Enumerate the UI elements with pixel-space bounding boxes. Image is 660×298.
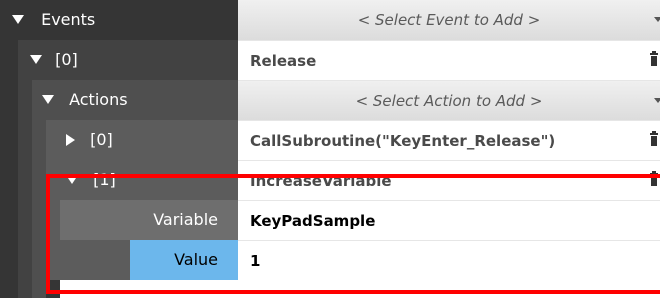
value-label-cell[interactable]: Value [130, 240, 238, 280]
action-0-value: CallSubroutine("KeyEnter_Release") [250, 132, 556, 150]
action-0-label-cell[interactable]: [0] [46, 120, 238, 160]
events-label-cell[interactable]: Events [0, 0, 238, 40]
action-0-label: [0] [90, 130, 113, 149]
dropdown-arrow-icon[interactable] [654, 17, 660, 22]
indent-level1 [18, 240, 32, 280]
variable-label: Variable [153, 210, 218, 229]
triangle-down-icon[interactable] [30, 55, 42, 64]
event-0-value-cell[interactable]: Release [238, 40, 660, 80]
action-0-row[interactable]: [0] CallSubroutine("KeyEnter_Release") [0, 120, 660, 160]
action-1-label-cell[interactable]: [1] [46, 160, 238, 200]
actions-label: Actions [69, 90, 128, 109]
select-event-dropdown[interactable]: < Select Event to Add > [238, 0, 660, 40]
indent-level3 [46, 240, 130, 280]
variable-row[interactable]: Variable KeyPadSample [0, 200, 660, 240]
actions-row[interactable]: Actions < Select Action to Add > [0, 80, 660, 120]
dropdown-arrow-icon[interactable] [654, 98, 660, 103]
indent-level0 [0, 240, 18, 280]
triangle-down-icon[interactable] [66, 175, 78, 184]
value-row[interactable]: Value 1 [0, 240, 660, 280]
event-0-label: [0] [55, 50, 78, 69]
indent-level3 [46, 200, 60, 240]
property-grid: Events < Select Event to Add > [0] Relea… [0, 0, 660, 298]
indent-level0 [0, 200, 18, 240]
indent-level2 [32, 120, 46, 160]
indent-level1 [18, 80, 32, 120]
select-event-placeholder: < Select Event to Add > [357, 11, 541, 29]
indent-level0 [0, 40, 18, 80]
trash-icon[interactable] [650, 51, 658, 66]
event-0-label-cell[interactable]: [0] [18, 40, 238, 80]
action-1-value-cell[interactable]: IncreaseVariable [238, 160, 660, 200]
select-action-placeholder: < Select Action to Add > [355, 92, 543, 110]
action-1-label: [1] [93, 170, 116, 189]
action-1-value: IncreaseVariable [250, 172, 392, 190]
left-gutter-bottom-l2 [32, 280, 46, 298]
select-action-dropdown[interactable]: < Select Action to Add > [238, 80, 660, 120]
indent-level1 [18, 200, 32, 240]
indent-level2 [32, 160, 46, 200]
action-1-row[interactable]: [1] IncreaseVariable [0, 160, 660, 200]
value-value: 1 [250, 252, 261, 270]
trash-icon[interactable] [650, 171, 658, 186]
actions-label-cell[interactable]: Actions [32, 80, 238, 120]
action-0-value-cell[interactable]: CallSubroutine("KeyEnter_Release") [238, 120, 660, 160]
indent-level0 [0, 80, 18, 120]
indent-level2 [32, 240, 46, 280]
left-gutter-bottom-l1 [18, 280, 32, 298]
variable-value: KeyPadSample [250, 212, 376, 230]
events-row[interactable]: Events < Select Event to Add > [0, 0, 660, 40]
variable-label-cell[interactable]: Variable [60, 200, 238, 240]
indent-level1 [18, 160, 32, 200]
event-0-row[interactable]: [0] Release [0, 40, 660, 80]
indent-level0 [0, 120, 18, 160]
variable-value-field[interactable]: KeyPadSample [238, 200, 660, 240]
indent-level0 [0, 160, 18, 200]
triangle-down-icon[interactable] [42, 95, 54, 104]
indent-level1 [18, 120, 32, 160]
events-label: Events [41, 10, 96, 29]
event-0-value: Release [250, 52, 317, 70]
indent-level2 [32, 200, 46, 240]
triangle-right-icon[interactable] [66, 133, 75, 146]
value-label: Value [174, 250, 218, 269]
value-input-field[interactable]: 1 [238, 240, 660, 280]
triangle-down-icon[interactable] [12, 15, 24, 24]
trash-icon[interactable] [650, 131, 658, 146]
